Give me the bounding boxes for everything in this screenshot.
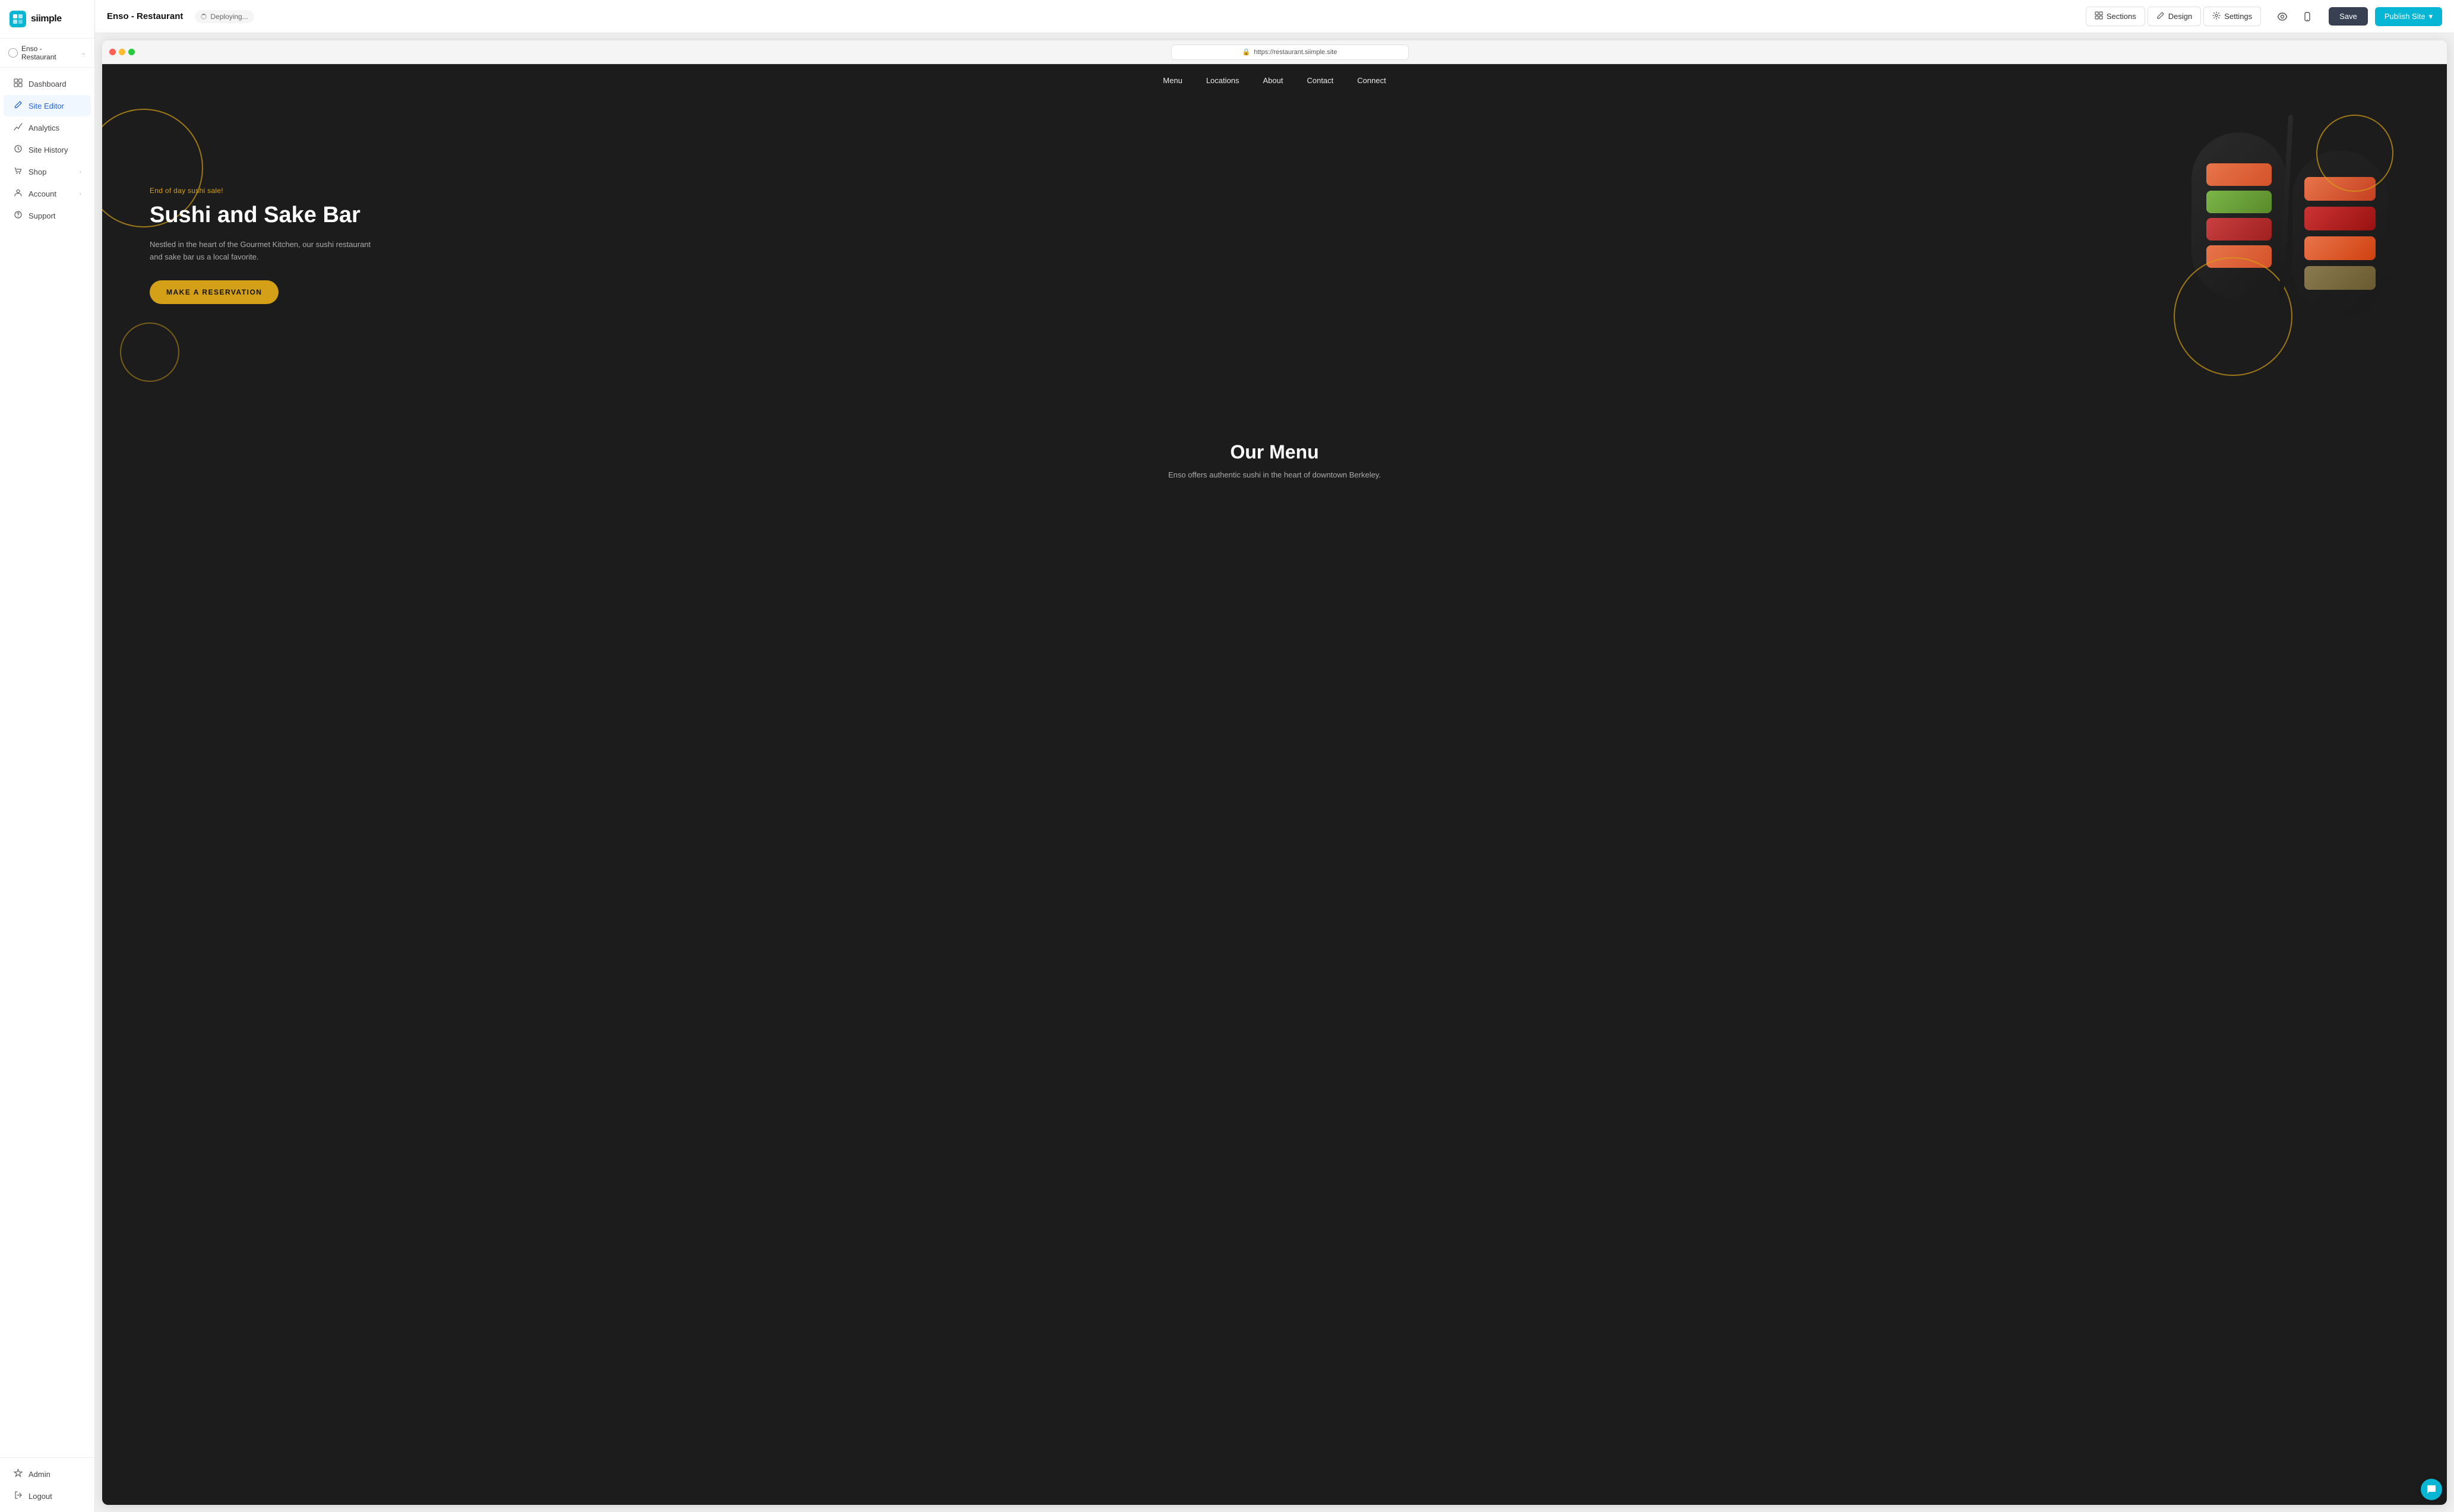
- main-content: Enso - Restaurant Deploying... Sections: [95, 0, 2454, 1512]
- sidebar-item-support[interactable]: Support: [4, 205, 91, 226]
- site-nav-about[interactable]: About: [1263, 76, 1283, 85]
- account-chevron-icon: ›: [80, 191, 81, 197]
- deploying-spinner-icon: [201, 14, 207, 20]
- deco-circle-sushi-1: [2174, 257, 2292, 376]
- menu-section: Our Menu Enso offers authentic sushi in …: [102, 406, 2447, 503]
- design-label: Design: [2168, 12, 2192, 21]
- sections-label: Sections: [2107, 12, 2136, 21]
- settings-button[interactable]: Settings: [2203, 7, 2261, 26]
- editor-btn-group: Sections Design Settings: [2086, 7, 2261, 26]
- hero-text: End of day sushi sale! Sushi and Sake Ba…: [150, 186, 375, 303]
- shop-icon: [13, 166, 23, 177]
- view-icons: [2273, 7, 2317, 26]
- reservation-button[interactable]: MAKE A RESERVATION: [150, 280, 279, 304]
- publish-chevron-icon: ▾: [2428, 12, 2433, 21]
- analytics-label: Analytics: [29, 124, 59, 132]
- sections-button[interactable]: Sections: [2086, 7, 2145, 26]
- settings-icon: [2212, 11, 2221, 21]
- save-button[interactable]: Save: [2329, 7, 2368, 26]
- browser-url: https://restaurant.siimple.site: [1254, 49, 1337, 56]
- logout-label: Logout: [29, 1492, 52, 1501]
- logo-text: siimple: [31, 14, 62, 24]
- topbar: Enso - Restaurant Deploying... Sections: [95, 0, 2454, 33]
- design-icon: [2156, 11, 2165, 21]
- url-lock-icon: 🔒: [1242, 48, 1251, 56]
- sidebar-item-dashboard[interactable]: Dashboard: [4, 73, 91, 94]
- admin-label: Admin: [29, 1470, 50, 1479]
- sushi-image: [2174, 121, 2399, 358]
- nav-section: Dashboard Site Editor Analytics: [0, 68, 94, 1457]
- sidebar-item-admin[interactable]: Admin: [4, 1463, 91, 1485]
- preview-icon[interactable]: [2273, 7, 2292, 26]
- site-dot-icon: [8, 48, 18, 58]
- publish-label: Publish Site: [2385, 12, 2425, 21]
- hero-title: Sushi and Sake Bar: [150, 202, 375, 229]
- sidebar-item-logout[interactable]: Logout: [4, 1485, 91, 1507]
- browser-url-bar[interactable]: 🔒 https://restaurant.siimple.site: [1171, 45, 1409, 60]
- shop-chevron-icon: ›: [80, 169, 81, 175]
- menu-title: Our Menu: [126, 441, 2423, 463]
- sections-icon: [2095, 11, 2103, 21]
- support-icon: [13, 210, 23, 221]
- deploying-text: Deploying...: [210, 12, 248, 21]
- nav-bottom: Admin Logout: [0, 1457, 94, 1512]
- publish-button[interactable]: Publish Site ▾: [2375, 7, 2442, 26]
- site-nav: Menu Locations About Contact Connect: [102, 64, 2447, 97]
- deploying-status: Deploying...: [195, 10, 254, 23]
- sidebar-item-account[interactable]: Account ›: [4, 183, 91, 204]
- logo-icon: [10, 11, 26, 27]
- chat-bubble-button[interactable]: [2421, 1479, 2442, 1500]
- dashboard-label: Dashboard: [29, 80, 67, 88]
- account-label: Account: [29, 189, 56, 198]
- settings-label: Settings: [2224, 12, 2252, 21]
- support-label: Support: [29, 211, 56, 220]
- site-editor-label: Site Editor: [29, 102, 64, 110]
- sushi-salmon: [2206, 163, 2272, 186]
- site-nav-menu[interactable]: Menu: [1163, 76, 1182, 85]
- mobile-view-icon[interactable]: [2298, 7, 2317, 26]
- sushi-avocado: [2206, 191, 2272, 213]
- browser-close-dot[interactable]: [109, 49, 116, 55]
- account-icon: [13, 188, 23, 199]
- menu-subtitle: Enso offers authentic sushi in the heart…: [126, 470, 2423, 479]
- site-history-label: Site History: [29, 145, 68, 154]
- deco-circle-small: [120, 322, 179, 382]
- browser-chrome: 🔒 https://restaurant.siimple.site: [102, 40, 2447, 64]
- browser-traffic-lights: [109, 49, 135, 55]
- website-preview: Menu Locations About Contact Connect End…: [102, 64, 2447, 1505]
- dashboard-icon: [13, 78, 23, 89]
- logout-icon: [13, 1491, 23, 1501]
- admin-icon: [13, 1469, 23, 1479]
- browser-frame: 🔒 https://restaurant.siimple.site Menu L…: [102, 40, 2447, 1505]
- site-selector[interactable]: Enso - Restaurant ⌄: [0, 39, 94, 68]
- analytics-icon: [13, 122, 23, 133]
- site-name: Enso - Restaurant: [21, 45, 78, 61]
- site-selector-chevron-icon: ⌄: [81, 50, 86, 56]
- hero-image-area: [375, 121, 2399, 370]
- sidebar: siimple Enso - Restaurant ⌄ Dashboard: [0, 0, 95, 1512]
- sidebar-item-site-history[interactable]: Site History: [4, 139, 91, 160]
- browser-maximize-dot[interactable]: [128, 49, 135, 55]
- site-title: Enso - Restaurant: [107, 11, 183, 21]
- hero-subtitle: End of day sushi sale!: [150, 186, 375, 195]
- design-button[interactable]: Design: [2148, 7, 2201, 26]
- site-nav-contact[interactable]: Contact: [1307, 76, 1333, 85]
- site-history-icon: [13, 144, 23, 155]
- shop-label: Shop: [29, 167, 46, 176]
- hero-description: Nestled in the heart of the Gourmet Kitc…: [150, 239, 375, 264]
- site-editor-icon: [13, 100, 23, 111]
- app-logo: siimple: [0, 0, 94, 39]
- sidebar-item-shop[interactable]: Shop ›: [4, 161, 91, 182]
- sidebar-item-analytics[interactable]: Analytics: [4, 117, 91, 138]
- browser-minimize-dot[interactable]: [119, 49, 125, 55]
- deco-circle-sushi-2: [2316, 115, 2393, 192]
- site-nav-locations[interactable]: Locations: [1206, 76, 1239, 85]
- sidebar-item-site-editor[interactable]: Site Editor: [4, 95, 91, 116]
- site-nav-connect[interactable]: Connect: [1357, 76, 1386, 85]
- sushi-tuna: [2206, 218, 2272, 241]
- hero-section: End of day sushi sale! Sushi and Sake Ba…: [102, 97, 2447, 406]
